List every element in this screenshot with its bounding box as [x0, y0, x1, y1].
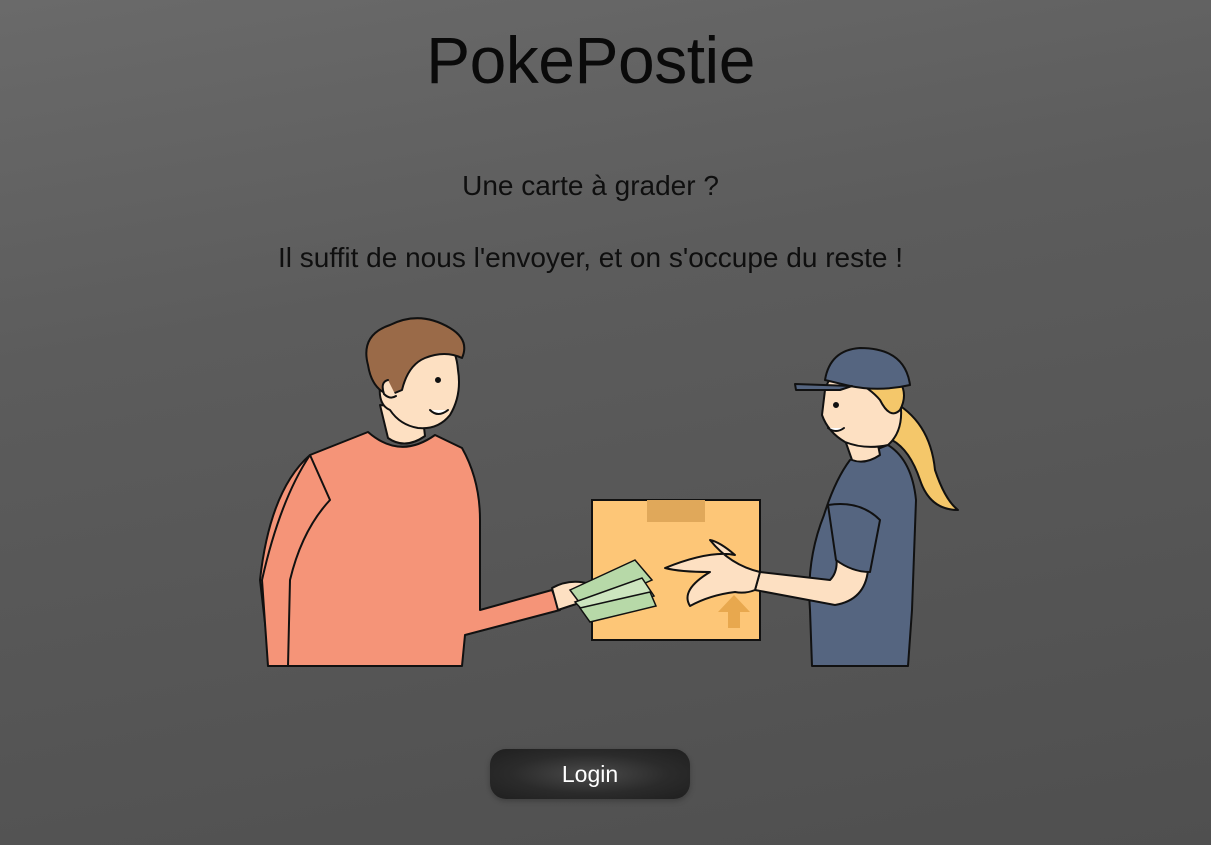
- delivery-handoff-illustration: [259, 317, 959, 667]
- customer-figure: [259, 317, 603, 667]
- page-title: PokePostie: [426, 23, 755, 97]
- login-button[interactable]: Login: [490, 749, 690, 799]
- tagline-question: Une carte à grader ?: [462, 170, 719, 201]
- tagline-description: Il suffit de nous l'envoyer, et on s'occ…: [278, 242, 903, 273]
